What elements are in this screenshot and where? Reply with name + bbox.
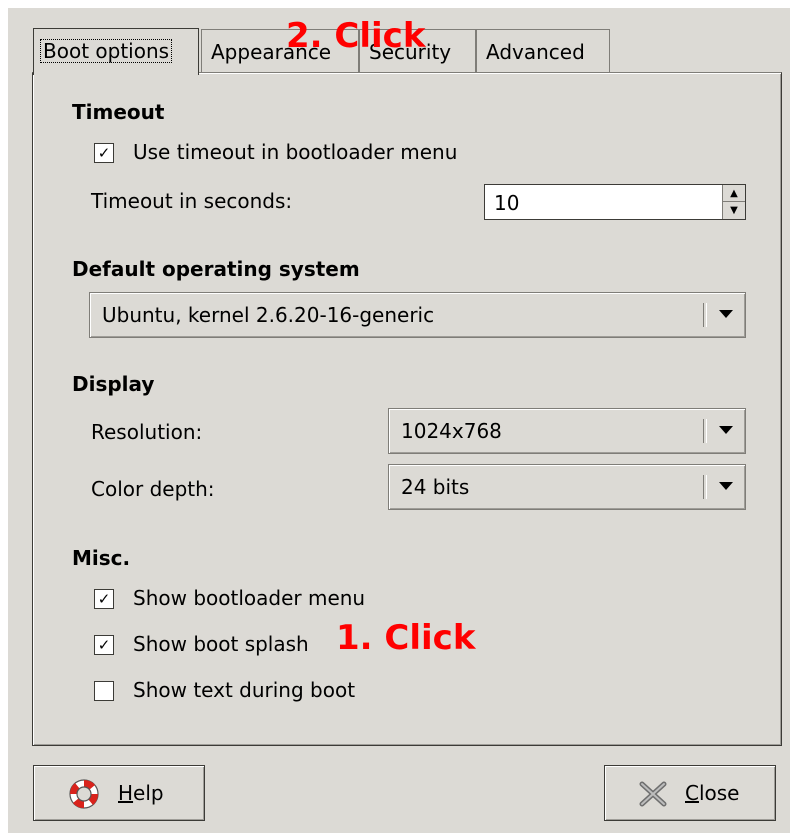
use-timeout-checkbox[interactable]: ✓ xyxy=(94,143,114,163)
chevron-down-icon xyxy=(719,310,733,318)
close-icon xyxy=(639,781,667,807)
resolution-label: Resolution: xyxy=(91,420,203,444)
show-splash-checkbox[interactable]: ✓ xyxy=(94,635,114,655)
misc-heading: Misc. xyxy=(72,546,131,570)
default-os-value: Ubuntu, kernel 2.6.20-16-generic xyxy=(102,303,435,327)
show-menu-label: Show bootloader menu xyxy=(133,586,366,610)
checkmark-icon: ✓ xyxy=(97,636,111,654)
resolution-dropdown[interactable]: 1024x768 xyxy=(388,408,746,454)
annotation-step-2: 2. Click xyxy=(286,16,426,56)
default-os-heading: Default operating system xyxy=(72,257,360,281)
chevron-down-icon xyxy=(719,482,733,490)
show-splash-label: Show boot splash xyxy=(133,632,309,656)
timeout-seconds-label: Timeout in seconds: xyxy=(91,189,293,213)
close-button[interactable]: Close xyxy=(604,765,776,821)
timeout-seconds-value: 10 xyxy=(494,191,520,215)
show-text-checkbox[interactable] xyxy=(94,681,114,701)
annotation-step-1: 1. Click xyxy=(336,618,476,658)
color-depth-value: 24 bits xyxy=(401,475,470,499)
help-button[interactable]: Help xyxy=(33,765,205,821)
display-heading: Display xyxy=(72,372,155,396)
spin-buttons: ▲ ▼ xyxy=(722,185,745,219)
dropdown-separator xyxy=(703,419,707,443)
show-menu-checkbox[interactable]: ✓ xyxy=(94,589,114,609)
spin-down-icon[interactable]: ▼ xyxy=(723,202,745,219)
checkmark-icon: ✓ xyxy=(97,144,111,162)
timeout-seconds-spinbox[interactable]: 10 ▲ ▼ xyxy=(484,184,746,220)
spin-up-icon[interactable]: ▲ xyxy=(723,185,745,202)
checkmark-icon: ✓ xyxy=(97,590,111,608)
use-timeout-label: Use timeout in bootloader menu xyxy=(133,140,458,164)
timeout-heading: Timeout xyxy=(72,100,165,124)
dropdown-separator xyxy=(703,303,707,327)
color-depth-label: Color depth: xyxy=(91,477,215,501)
lifebuoy-icon xyxy=(69,779,99,809)
show-text-label: Show text during boot xyxy=(133,678,356,702)
help-label: Help xyxy=(118,781,164,805)
close-label: Close xyxy=(685,781,740,805)
default-os-dropdown[interactable]: Ubuntu, kernel 2.6.20-16-generic xyxy=(89,292,746,338)
color-depth-dropdown[interactable]: 24 bits xyxy=(388,464,746,510)
chevron-down-icon xyxy=(719,426,733,434)
dropdown-separator xyxy=(703,475,707,499)
resolution-value: 1024x768 xyxy=(401,419,502,443)
